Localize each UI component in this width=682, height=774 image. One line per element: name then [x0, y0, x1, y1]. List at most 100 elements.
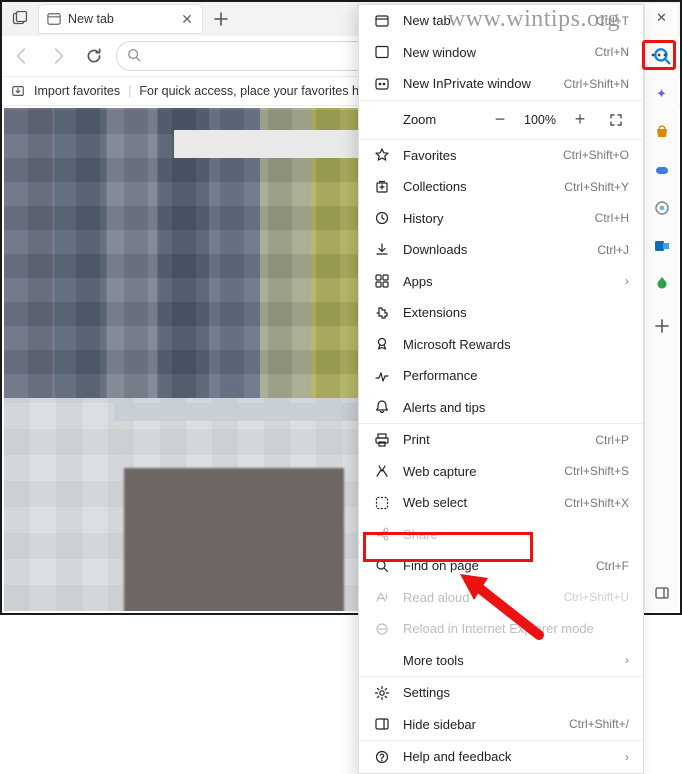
menu-label: Print: [403, 432, 583, 447]
menu-label: Settings: [403, 685, 629, 700]
menu-downloads[interactable]: Downloads Ctrl+J: [359, 234, 643, 266]
import-favorites-icon: [10, 83, 26, 99]
menu-label: New window: [403, 45, 583, 60]
share-icon: [373, 525, 391, 543]
menu-label: New InPrivate window: [403, 76, 552, 91]
menu-label: Web capture: [403, 464, 552, 479]
sidebar-close-icon[interactable]: ✕: [652, 8, 672, 28]
menu-label: Read aloud: [403, 590, 552, 605]
menu-label: Help and feedback: [403, 749, 613, 764]
menu-apps[interactable]: Apps ›: [359, 266, 643, 298]
menu-web-capture[interactable]: Web capture Ctrl+Shift+S: [359, 456, 643, 488]
help-icon: [373, 748, 391, 766]
import-favorites-link[interactable]: Import favorites: [34, 84, 120, 98]
overflow-menu: New tab Ctrl+T New window Ctrl+N New InP…: [358, 4, 644, 774]
menu-help[interactable]: Help and feedback ›: [359, 741, 643, 773]
blank-icon: [373, 651, 391, 669]
overflow-menu-button[interactable]: [642, 40, 676, 70]
tab-close-icon[interactable]: ✕: [179, 11, 195, 27]
sidebar-outlook-icon[interactable]: [652, 236, 672, 256]
menu-label: Find on page: [403, 558, 584, 573]
menu-shortcut: Ctrl+Shift+Y: [564, 180, 629, 194]
menu-find[interactable]: Find on page Ctrl+F: [359, 550, 643, 582]
menu-label: Hide sidebar: [403, 717, 557, 732]
menu-label: History: [403, 211, 583, 226]
chevron-right-icon: ›: [625, 274, 629, 288]
history-icon: [373, 209, 391, 227]
menu-label: Web select: [403, 495, 552, 510]
menu-shortcut: Ctrl+Shift+/: [569, 717, 629, 731]
browser-tab[interactable]: New tab ✕: [38, 4, 203, 34]
menu-rewards[interactable]: Microsoft Rewards: [359, 329, 643, 361]
menu-web-select[interactable]: Web select Ctrl+Shift+X: [359, 487, 643, 519]
menu-favorites[interactable]: Favorites Ctrl+Shift+O: [359, 140, 643, 172]
menu-extensions[interactable]: Extensions: [359, 297, 643, 329]
menu-shortcut: Ctrl+H: [595, 211, 629, 225]
menu-zoom-row: Zoom − 100% +: [359, 101, 643, 139]
menu-ie-mode: Reload in Internet Explorer mode: [359, 613, 643, 645]
menu-label: New tab: [403, 13, 584, 28]
sidebar-office-icon[interactable]: [652, 198, 672, 218]
menu-more-tools[interactable]: More tools ›: [359, 645, 643, 677]
zoom-in-button[interactable]: +: [567, 107, 593, 133]
menu-new-inprivate[interactable]: New InPrivate window Ctrl+Shift+N: [359, 68, 643, 100]
print-icon: [373, 431, 391, 449]
sidebar-discover-icon[interactable]: ✦: [652, 84, 672, 104]
webselect-icon: [373, 494, 391, 512]
back-button[interactable]: [8, 42, 36, 70]
menu-shortcut: Ctrl+Shift+O: [563, 148, 629, 162]
new-window-icon: [373, 43, 391, 61]
sidebar-games-icon[interactable]: [652, 160, 672, 180]
menu-shortcut: Ctrl+P: [595, 433, 629, 447]
chevron-right-icon: ›: [625, 653, 629, 667]
menu-label: Collections: [403, 179, 552, 194]
sidebar-drop-icon[interactable]: [652, 274, 672, 294]
new-tab-icon: [373, 12, 391, 30]
extensions-icon: [373, 304, 391, 322]
menu-shortcut: Ctrl+Shift+U: [564, 590, 629, 604]
downloads-icon: [373, 241, 391, 259]
favorites-icon: [373, 146, 391, 164]
performance-icon: [373, 367, 391, 385]
menu-print[interactable]: Print Ctrl+P: [359, 424, 643, 456]
sidebar-icon: [373, 715, 391, 733]
menu-label: Extensions: [403, 305, 629, 320]
settings-icon: [373, 684, 391, 702]
alerts-icon: [373, 398, 391, 416]
sidebar-settings-icon[interactable]: [652, 583, 672, 603]
menu-new-tab[interactable]: New tab Ctrl+T: [359, 5, 643, 37]
ie-icon: [373, 620, 391, 638]
menu-label: Favorites: [403, 148, 551, 163]
zoom-value: 100%: [523, 113, 557, 127]
chevron-right-icon: ›: [625, 750, 629, 764]
menu-shortcut: Ctrl+N: [595, 45, 629, 59]
separator: |: [128, 84, 131, 98]
new-tab-button[interactable]: [209, 7, 233, 31]
screenshot-frame: New tab ✕ Import favorites |: [0, 0, 682, 615]
menu-shortcut: Ctrl+T: [596, 14, 629, 28]
menu-label: More tools: [403, 653, 613, 668]
menu-settings[interactable]: Settings: [359, 677, 643, 709]
menu-new-window[interactable]: New window Ctrl+N: [359, 37, 643, 69]
menu-label: Performance: [403, 368, 629, 383]
tab-actions-icon[interactable]: [8, 7, 32, 31]
menu-performance[interactable]: Performance: [359, 360, 643, 392]
menu-share: Share: [359, 519, 643, 551]
refresh-button[interactable]: [80, 42, 108, 70]
menu-shortcut: Ctrl+F: [596, 559, 629, 573]
apps-icon: [373, 272, 391, 290]
zoom-out-button[interactable]: −: [487, 107, 513, 133]
inprivate-icon: [373, 75, 391, 93]
menu-label: Reload in Internet Explorer mode: [403, 621, 629, 636]
forward-button[interactable]: [44, 42, 72, 70]
fullscreen-icon[interactable]: [603, 107, 629, 133]
menu-history[interactable]: History Ctrl+H: [359, 203, 643, 235]
menu-label: Alerts and tips: [403, 400, 629, 415]
sidebar-shopping-icon[interactable]: [652, 122, 672, 142]
menu-alerts[interactable]: Alerts and tips: [359, 392, 643, 424]
menu-collections[interactable]: Collections Ctrl+Shift+Y: [359, 171, 643, 203]
find-icon: [373, 557, 391, 575]
menu-hide-sidebar[interactable]: Hide sidebar Ctrl+Shift+/: [359, 709, 643, 741]
right-sidebar: ✕ ✦: [644, 4, 678, 611]
sidebar-add-icon[interactable]: [652, 316, 672, 336]
